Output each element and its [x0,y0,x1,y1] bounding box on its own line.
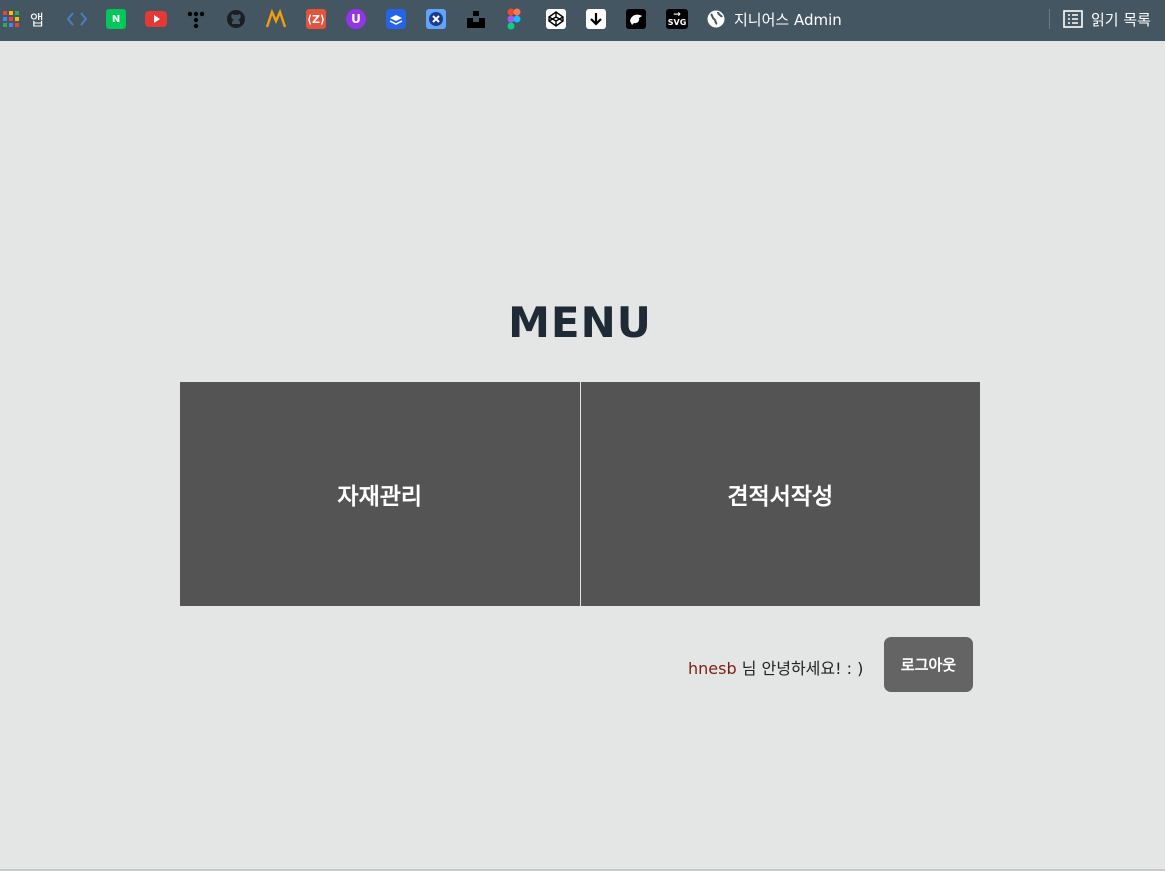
menu-tile-quotation[interactable]: 견적서작성 [579,382,980,606]
bookmark-naver[interactable]: N [106,8,126,30]
stack-icon [386,9,406,29]
logout-button[interactable]: 로그아웃 [884,637,973,692]
naver-icon: N [106,9,126,29]
bookmark-m-logo[interactable] [266,8,286,30]
menu-grid: 자재관리 견적서작성 [180,382,980,606]
bookmark-download[interactable] [586,8,606,30]
bookmark-stack[interactable] [386,8,406,30]
bookmark-codepen[interactable] [546,8,566,30]
menu-tile-material-management[interactable]: 자재관리 [180,382,580,606]
figma-icon [507,8,521,30]
bookmark-svg[interactable]: → SVG [666,8,688,30]
bookmark-figma[interactable] [506,8,522,30]
reading-list-icon [1063,10,1083,28]
apps-grid-icon [3,11,19,27]
menu-tile-label: 자재관리 [337,484,423,510]
bookmark-unsplash[interactable] [466,8,486,30]
bookmark-apps-label: 앱 [30,10,44,29]
reading-list-button[interactable]: 읽기 목록 [1063,8,1151,30]
bookmarks-divider [1049,9,1050,29]
u-badge-icon: U [346,9,366,29]
dots-icon [187,11,205,29]
greeting-suffix: 님 안녕하세요! : ) [736,659,864,678]
github-icon [227,10,245,28]
greeting-text: hnesb 님 안녕하세요! : ) [688,655,863,679]
bookmark-bird[interactable] [626,8,646,30]
bookmark-genius-admin[interactable]: 지니어스 Admin [706,8,842,30]
m-logo-icon [266,9,286,28]
svg-icon: → SVG [666,9,688,29]
download-icon [586,9,606,29]
bookmark-apps[interactable]: 앱 [2,8,44,30]
page-title: MENU [508,298,652,347]
bookmark-code[interactable] [66,8,88,30]
greeting-username: hnesb [688,659,737,678]
x-tool-icon [426,9,446,29]
menu-tile-label: 견적서작성 [727,484,834,510]
bookmark-genius-admin-label: 지니어스 Admin [734,10,842,29]
bird-icon [626,9,646,29]
bookmark-dots[interactable] [186,8,206,30]
code-arrows-icon [66,12,88,26]
bookmarks-bar: 앱 N ⟨Z⟩ U → SVG 지니어스 Admin 읽기 목록 [0,0,1165,41]
svg-icon-label: SVG [667,18,687,27]
bookmark-x-tool[interactable] [426,8,446,30]
unsplash-icon [467,11,485,28]
zeplin-icon: ⟨Z⟩ [306,9,326,29]
youtube-icon [145,11,167,27]
reading-list-label: 읽기 목록 [1091,10,1151,29]
codepen-icon [546,9,566,29]
bookmark-zeplin[interactable]: ⟨Z⟩ [306,8,326,30]
globe-icon [707,10,725,28]
bookmark-youtube[interactable] [145,8,167,30]
bookmark-u-badge[interactable]: U [346,8,366,30]
bookmark-github[interactable] [226,8,246,30]
